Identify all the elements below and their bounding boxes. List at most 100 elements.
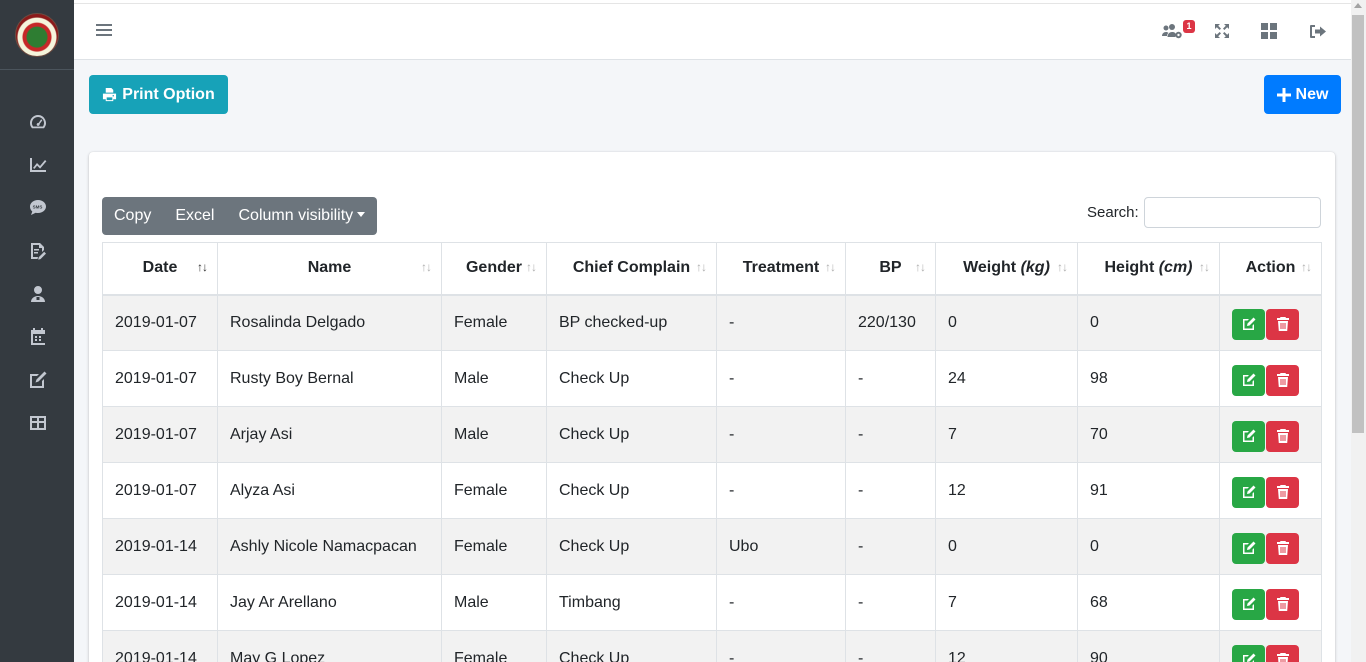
column-header-height[interactable]: Height (cm) ↑↓ xyxy=(1077,242,1220,296)
cell-gender: Male xyxy=(441,350,547,407)
dashboard-icon xyxy=(30,114,46,128)
cell-action xyxy=(1219,294,1322,351)
new-record-label: New xyxy=(1295,85,1329,103)
cell-action xyxy=(1219,350,1322,407)
sidebar-item-reports[interactable] xyxy=(0,229,74,272)
scrollbar-thumb[interactable] xyxy=(1352,15,1364,433)
report-icon xyxy=(31,242,46,260)
new-record-button[interactable]: New xyxy=(1264,75,1341,114)
top-navbar xyxy=(74,4,1351,60)
column-header-name[interactable]: Name ↑↓ xyxy=(217,242,442,296)
column-header-date[interactable]: Date ↑↓ xyxy=(102,242,218,296)
edit-button[interactable] xyxy=(1232,477,1265,508)
users-settings-button[interactable] xyxy=(1162,21,1184,41)
cell-name: Alyza Asi xyxy=(217,462,442,519)
delete-button[interactable] xyxy=(1266,421,1299,452)
print-option-button[interactable]: Print Option xyxy=(89,75,228,114)
sort-icon: ↑↓ xyxy=(526,260,537,274)
cell-height: 70 xyxy=(1077,406,1220,463)
trash-icon xyxy=(1277,597,1289,611)
cell-bp: - xyxy=(845,350,936,407)
cell-bp: - xyxy=(845,518,936,575)
edit-button[interactable] xyxy=(1232,421,1265,452)
cell-date: 2019-01-14 xyxy=(102,518,218,575)
cell-name: Arjay Asi xyxy=(217,406,442,463)
sort-icon: ↑↓ xyxy=(825,260,836,274)
edit-button[interactable] xyxy=(1232,645,1265,662)
delete-button[interactable] xyxy=(1266,365,1299,396)
cell-name: Jay Ar Arellano xyxy=(217,574,442,631)
cell-chief-complain: BP checked-up xyxy=(546,294,717,351)
edit-button[interactable] xyxy=(1232,309,1265,341)
cell-height: 0 xyxy=(1077,518,1220,575)
cell-date: 2019-01-07 xyxy=(102,462,218,519)
cell-height: 68 xyxy=(1077,574,1220,631)
sidebar-item-records[interactable] xyxy=(0,358,74,401)
column-header-bp[interactable]: BP ↑↓ xyxy=(845,242,936,296)
cell-treatment: - xyxy=(716,630,846,662)
delete-button[interactable] xyxy=(1266,589,1299,620)
cell-weight: 24 xyxy=(935,350,1078,407)
edit-icon xyxy=(1243,429,1256,442)
cell-chief-complain: Timbang xyxy=(546,574,717,631)
cell-action xyxy=(1219,462,1322,519)
sidebar-item-calendar[interactable] xyxy=(0,315,74,358)
sidebar-item-dashboard[interactable] xyxy=(0,100,74,143)
cell-bp: - xyxy=(845,406,936,463)
brand-logo[interactable] xyxy=(15,12,59,57)
menu-toggle-button[interactable] xyxy=(96,22,112,38)
print-option-label: Print Option xyxy=(122,85,215,103)
sidebar-item-tables[interactable] xyxy=(0,401,74,444)
table-row: 2019-01-14 Jay Ar Arellano Male Timbang - -7 6… xyxy=(102,574,1322,631)
delete-button[interactable] xyxy=(1266,645,1299,662)
cell-treatment: - xyxy=(716,462,846,519)
column-header-action[interactable]: Action ↑↓ xyxy=(1219,242,1322,296)
cell-chief-complain: Check Up xyxy=(546,630,717,662)
delete-button[interactable] xyxy=(1266,309,1299,341)
cell-bp: - xyxy=(845,462,936,519)
sms-icon: SMS xyxy=(30,199,46,215)
sidebar-item-sms[interactable]: SMS xyxy=(0,186,74,229)
column-header-treatment[interactable]: Treatment ↑↓ xyxy=(716,242,846,296)
trash-icon xyxy=(1277,653,1289,662)
edit-button[interactable] xyxy=(1232,533,1265,564)
column-header-chief-complain[interactable]: Chief Complain ↑↓ xyxy=(546,242,717,296)
logout-button[interactable] xyxy=(1306,21,1328,41)
cell-name: May G Lopez xyxy=(217,630,442,662)
column-header-weight[interactable]: Weight (kg) ↑↓ xyxy=(935,242,1078,296)
column-visibility-button[interactable]: Column visibility xyxy=(226,197,377,235)
sort-icon: ↑↓ xyxy=(421,260,432,274)
cell-gender: Female xyxy=(441,462,547,519)
excel-button[interactable]: Excel xyxy=(163,197,226,235)
search-input[interactable] xyxy=(1144,197,1321,228)
trash-icon xyxy=(1277,373,1289,387)
cell-treatment: - xyxy=(716,294,846,351)
brand[interactable] xyxy=(0,0,74,70)
cell-gender: Male xyxy=(441,406,547,463)
cell-date: 2019-01-07 xyxy=(102,294,218,351)
delete-button[interactable] xyxy=(1266,477,1299,508)
fullscreen-button[interactable] xyxy=(1211,21,1233,41)
sidebar-item-analytics[interactable] xyxy=(0,143,74,186)
cell-weight: 12 xyxy=(935,462,1078,519)
edit-button[interactable] xyxy=(1232,589,1265,620)
layout-grid-button[interactable] xyxy=(1258,21,1280,41)
copy-button[interactable]: Copy xyxy=(102,197,163,235)
edit-icon xyxy=(1243,317,1256,331)
trash-icon xyxy=(1277,429,1289,443)
cell-name: Ashly Nicole Namacpacan xyxy=(217,518,442,575)
edit-button[interactable] xyxy=(1232,365,1265,396)
cell-date: 2019-01-07 xyxy=(102,406,218,463)
cell-date: 2019-01-14 xyxy=(102,574,218,631)
print-icon xyxy=(103,87,117,102)
cell-weight: 0 xyxy=(935,294,1078,351)
scroll-up-arrow[interactable] xyxy=(1354,3,1362,8)
edit-icon xyxy=(30,371,47,388)
users-cog-icon xyxy=(1162,24,1182,39)
cell-height: 91 xyxy=(1077,462,1220,519)
delete-button[interactable] xyxy=(1266,533,1299,564)
column-header-gender[interactable]: Gender ↑↓ xyxy=(441,242,547,296)
hamburger-icon xyxy=(96,24,112,36)
sidebar-item-patients[interactable] xyxy=(0,272,74,315)
table-row: 2019-01-14 May G Lopez Female Check Up - -12 9… xyxy=(102,630,1322,662)
